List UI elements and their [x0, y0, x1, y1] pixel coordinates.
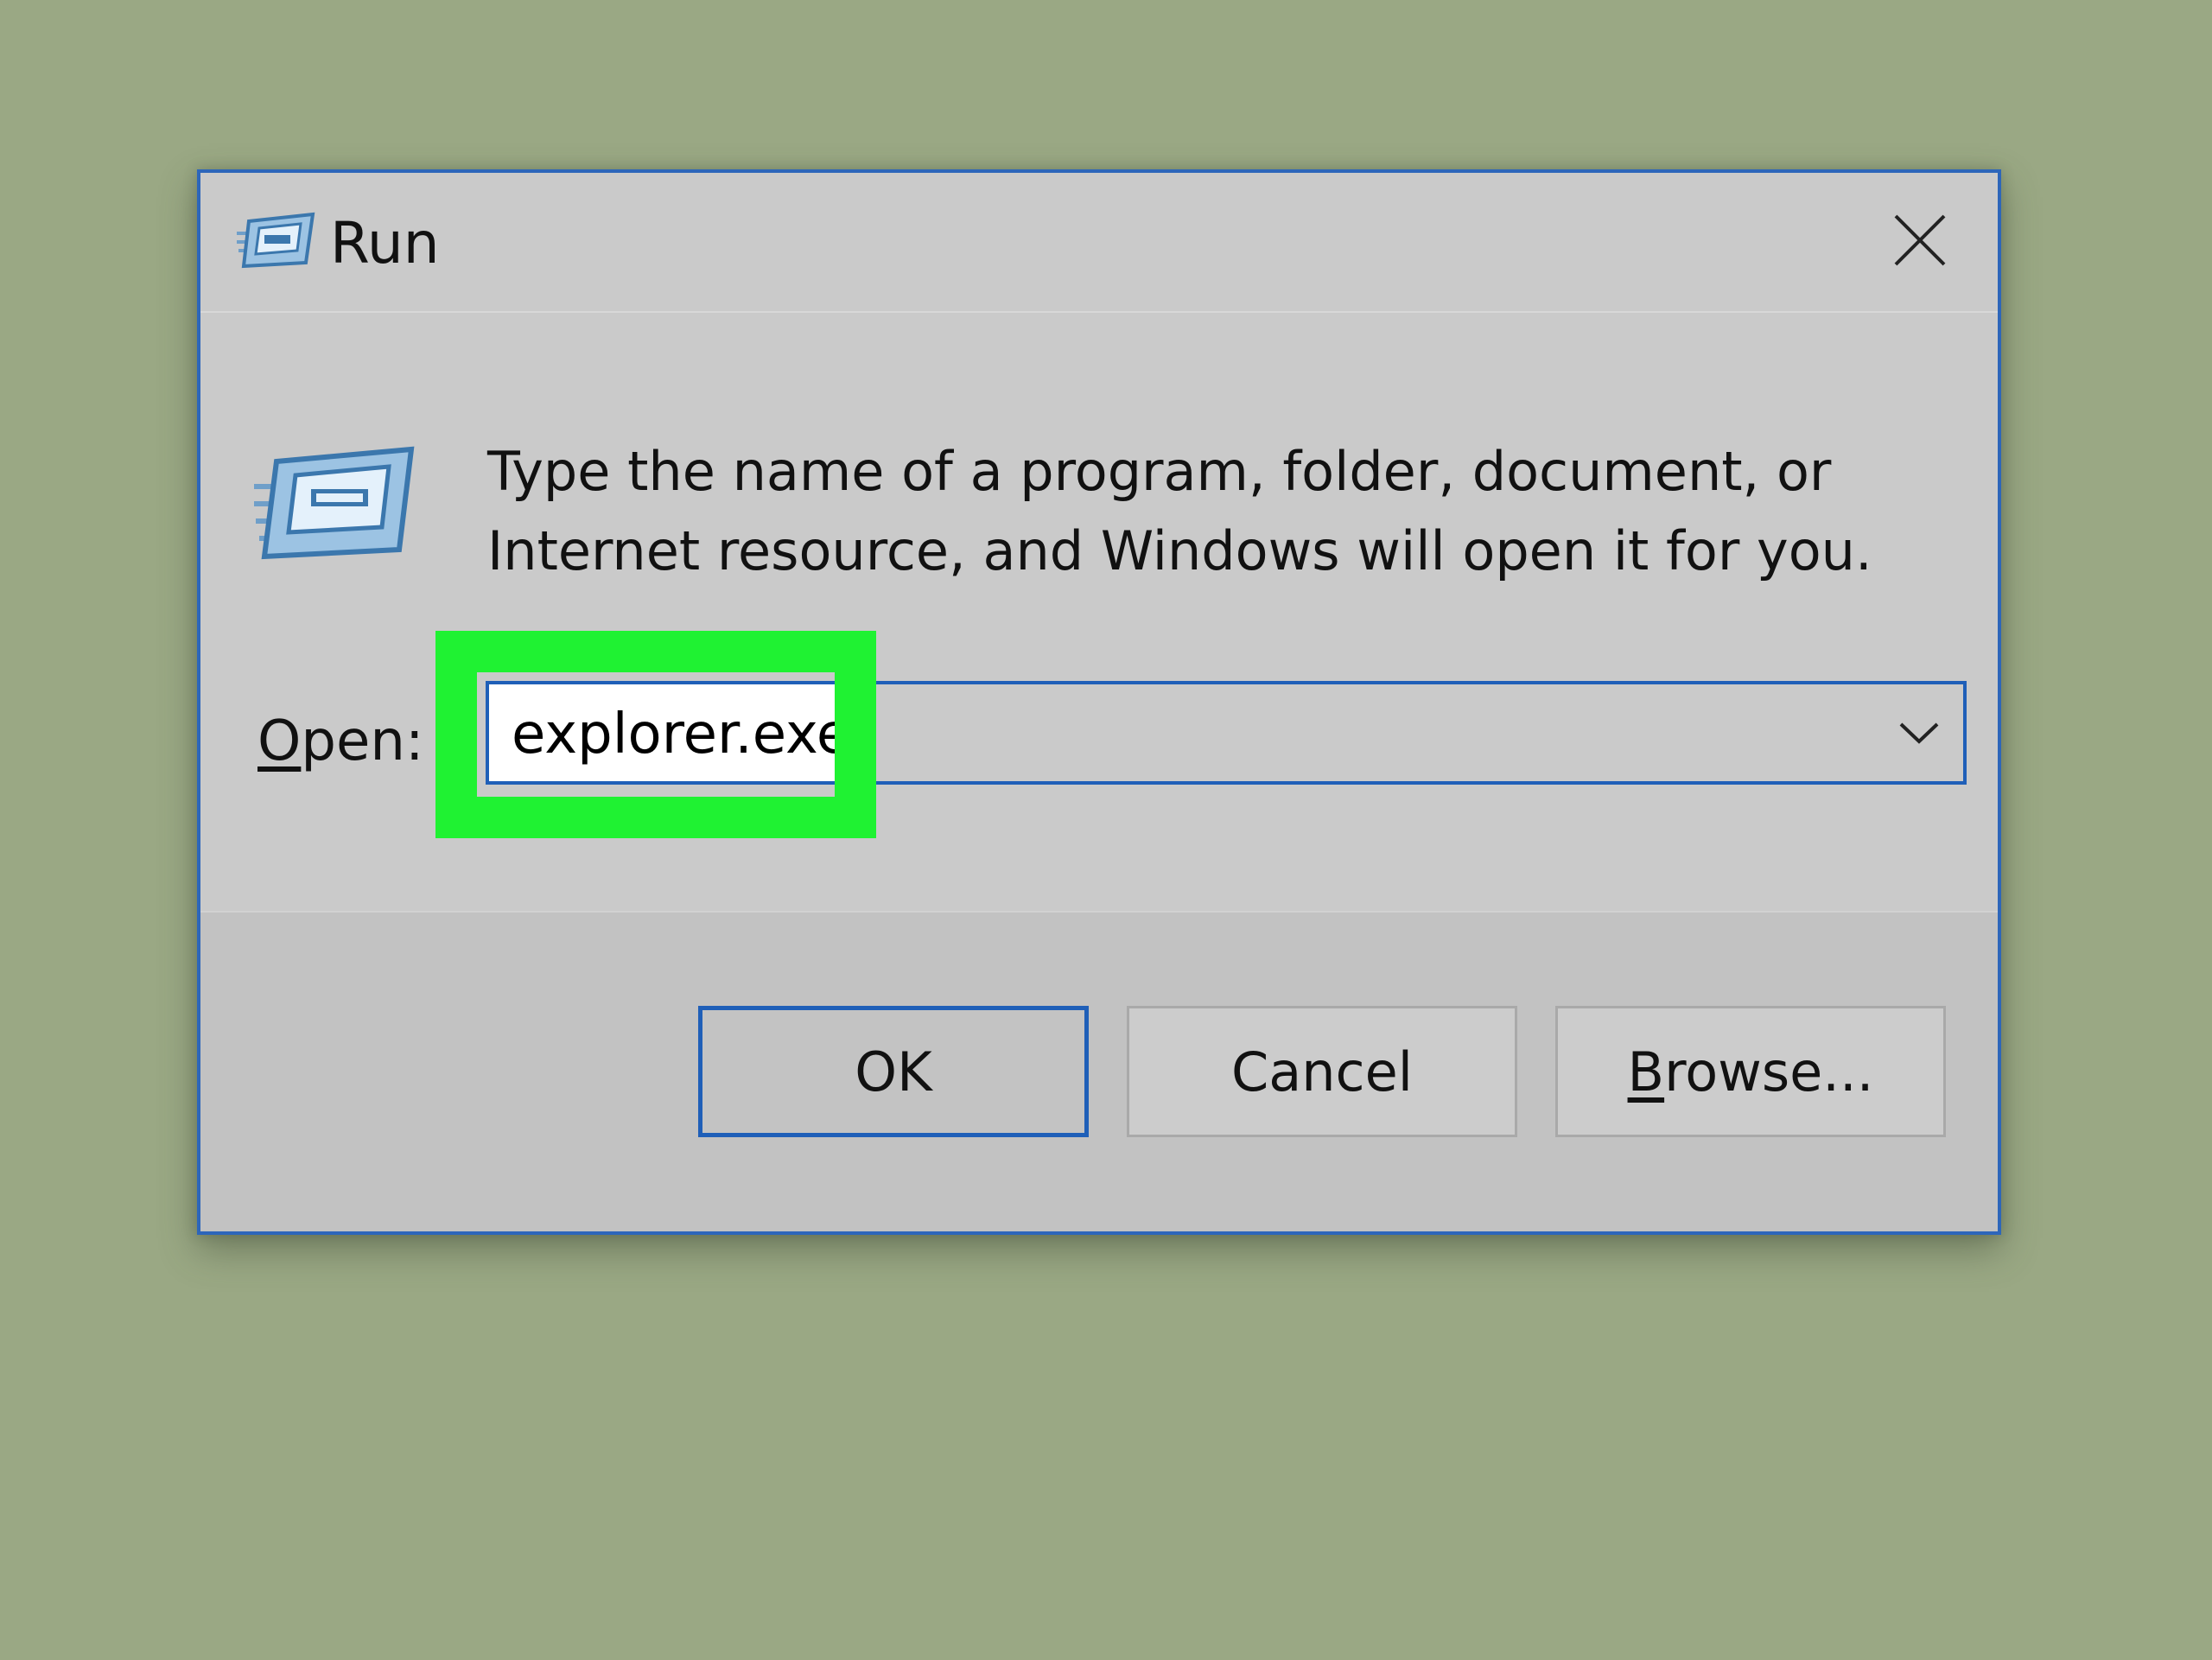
description-line-2: Internet resource, and Windows will open…: [487, 519, 1872, 582]
browse-label: rowse...: [1664, 1040, 1874, 1103]
close-button[interactable]: [1877, 197, 1963, 283]
close-icon: [1894, 214, 1946, 266]
run-icon: [237, 209, 316, 270]
ok-button[interactable]: OK: [698, 1006, 1089, 1137]
open-label-mnemonic: O: [257, 709, 302, 773]
chevron-down-icon[interactable]: [1897, 714, 1941, 752]
run-icon: [254, 441, 418, 562]
open-label: Open:: [257, 707, 424, 776]
combobox-dropdown-area[interactable]: [876, 684, 1963, 781]
title-bar: Run: [200, 173, 1998, 313]
open-label-text: pen:: [301, 709, 424, 773]
window-title: Run: [330, 210, 440, 277]
browse-button[interactable]: Browse...: [1555, 1006, 1946, 1137]
button-bar: OK Cancel Browse...: [200, 911, 1998, 1231]
description-line-1: Type the name of a program, folder, docu…: [487, 440, 1832, 503]
cancel-button[interactable]: Cancel: [1127, 1006, 1517, 1137]
dialog-description: Type the name of a program, folder, docu…: [487, 432, 1956, 591]
run-dialog: Run Type the name of a program, folder, …: [197, 169, 2001, 1235]
browse-mnemonic: B: [1627, 1040, 1665, 1103]
input-highlight-box: [435, 631, 876, 838]
